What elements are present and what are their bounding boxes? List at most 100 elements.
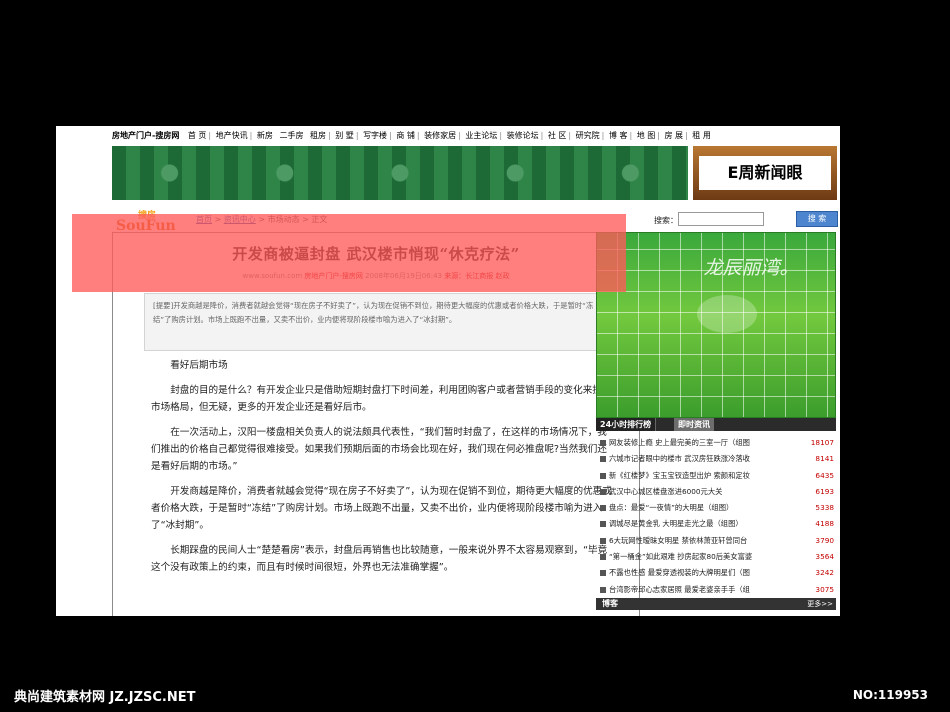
nav-owner-forum[interactable]: 业主论坛 (465, 131, 497, 140)
nav-office[interactable]: 写字楼 (363, 131, 387, 140)
nav-villa[interactable]: 别 墅 (335, 131, 354, 140)
article-subhead: 看好后期市场 (170, 360, 228, 371)
breadcrumb-separator: > (302, 215, 309, 224)
ranking-count: 8141 (815, 454, 834, 464)
ranking-item[interactable]: 不露也性感 最爱穿透视装的大牌明星们（图 3242 (598, 565, 836, 581)
nav-rent[interactable]: 租房 (310, 131, 326, 140)
breadcrumb-home-link[interactable]: 首页 (196, 215, 212, 224)
blog-more-link[interactable]: 更多>> (807, 598, 833, 610)
bullet-icon (600, 505, 606, 512)
nav-decoration[interactable]: 装修家居 (424, 131, 456, 140)
bullet-icon (600, 570, 606, 577)
top-navigation: 房地产门户-搜房网 首 页 | 地产快讯 | 新房 二手房 租房 | 别 墅 | 写字楼… (112, 131, 711, 140)
ranking-count: 5338 (815, 503, 834, 513)
nav-news[interactable]: 地产快讯 (216, 131, 248, 140)
longchen-ad-banner[interactable]: 龙辰丽湾。 (596, 232, 836, 418)
bullet-icon (600, 472, 606, 479)
article-paragraph-1: 封盘的目的是什么？有开发企业只是借助短期封盘打下时间差，利用团购客户或者营销手段… (151, 385, 612, 413)
ranking-title[interactable]: 盘点：最爱“一夜情”的大明星（组图） (609, 500, 787, 516)
search-label: 搜索： (654, 216, 678, 225)
ranking-item[interactable]: 6大玩网性暧昧女明星 禁依林萧亚轩曾同台 3790 (598, 533, 836, 549)
search-input[interactable] (678, 212, 764, 226)
ranking-item[interactable]: 武汉中心城区楼盘涨进6000元大关 6193 (598, 484, 836, 500)
breadcrumb-news-link[interactable]: 资讯中心 (224, 215, 256, 224)
ranking-title[interactable]: 六城市记者眼中的楼市 武汉房狂跌涨冷落收 (609, 451, 787, 467)
ranking-tabs: 24小时排行榜 即时资讯 (596, 418, 836, 431)
article-paragraph-3: 开发商越是降价，消费者就越会觉得“现在房子不好卖了”，认为现在促销不到位，期待更… (151, 486, 612, 531)
ranking-item[interactable]: 六城市记者眼中的楼市 武汉房狂跌涨冷落收 8141 (598, 451, 836, 467)
breadcrumb-current: 正文 (311, 215, 328, 224)
bullet-icon (600, 537, 606, 544)
ranking-title[interactable]: 调城尽是黄金乳 大明星走光之最（组图） (609, 516, 787, 532)
weekly-news-badge-text: E周新闻眼 (699, 156, 831, 190)
nav-map[interactable]: 地 图 (637, 131, 656, 140)
nav-rent-use[interactable]: 租 用 (692, 131, 711, 140)
bullet-icon (600, 521, 606, 528)
ranking-count: 3564 (815, 552, 834, 562)
ranking-title[interactable]: 不露也性感 最爱穿透视装的大牌明星们（图 (609, 565, 787, 581)
search-button[interactable]: 搜 索 (796, 211, 838, 227)
ad-logo-text: 龙辰丽湾。 (703, 257, 799, 279)
article-body: 看好后期市场 封盘的目的是什么？有开发企业只是借助短期封盘打下时间差，利用团购客… (151, 357, 613, 584)
weekly-news-badge[interactable]: E周新闻眼 (693, 146, 837, 200)
meta-source: 来源：长江商报 (444, 272, 494, 280)
ranking-title[interactable]: 6大玩网性暧昧女明星 禁依林萧亚轩曾同台 (609, 533, 787, 549)
header-banner[interactable] (112, 146, 688, 200)
ranking-item[interactable]: 盘点：最爱“一夜情”的大明星（组图） 5338 (598, 500, 836, 516)
ranking-title[interactable]: “第一桶金”如此艰难 抄房起家80后美女富婆 (609, 549, 787, 565)
ranking-item[interactable]: 调城尽是黄金乳 大明星走光之最（组图） 4188 (598, 516, 836, 532)
nav-new-homes[interactable]: 新房 (257, 131, 273, 140)
bullet-icon (600, 488, 606, 495)
nav-blog[interactable]: 博 客 (609, 131, 628, 140)
article-paragraph-2: 在一次活动上，汉阳一楼盘相关负责人的说法颇具代表性，“我们暂时封盘了，在这样的市… (151, 427, 607, 472)
bullet-icon (600, 586, 606, 593)
nav-expo[interactable]: 房 展 (665, 131, 684, 140)
ranking-count: 3075 (815, 584, 834, 594)
meta-date: 2008年06月19日06:43 (365, 272, 442, 280)
ranking-item[interactable]: 网友装修上瘾 史上最完美的三室一厅（组图 18107 (598, 435, 836, 451)
ranking-count: 4188 (815, 519, 834, 529)
ranking-count: 3790 (815, 535, 834, 545)
article-paragraph-4: 长期踩盘的民间人士“楚楚看房”表示，封盘后再销售也比较随意，一般来说外界不太容易… (151, 545, 608, 573)
watermark-number: NO:119953 (852, 688, 928, 702)
sidebar: 龙辰丽湾。 24小时排行榜 即时资讯 网友装修上瘾 史上最完美的三室一厅（组图 1… (596, 232, 838, 616)
breadcrumb-market-link[interactable]: 市场动态 (268, 215, 300, 224)
nav-second-hand[interactable]: 二手房 (279, 131, 303, 140)
nav-community[interactable]: 社 区 (548, 131, 567, 140)
ranking-list: 网友装修上瘾 史上最完美的三室一厅（组图 18107 六城市记者眼中的楼市 武汉房… (598, 435, 836, 598)
article-summary: [提要]开发商越是降价，消费者就越会觉得“现在房子不好卖了”，认为现在促销不到位… (144, 293, 612, 351)
ranking-count: 3242 (815, 568, 834, 578)
ranking-count: 6193 (815, 486, 834, 496)
article-panel: 开发商被逼封盘 武汉楼市悄现“休克疗法” www.soufun.com 房地产门… (112, 232, 640, 616)
bullet-icon (600, 554, 606, 561)
ranking-title[interactable]: 台湾影帝邱心志家居照 最爱老婆亲手手（组 (609, 582, 787, 598)
site-brand-link[interactable]: 房地产门户-搜房网 (112, 131, 179, 140)
breadcrumb: 首页 > 资讯中心 > 市场动态 > 正文 (196, 214, 327, 225)
ranking-count: 6435 (815, 470, 834, 480)
watermark-site: 典尚建筑素材网 JZ.JZSC.NET (14, 690, 196, 705)
ranking-count: 18107 (810, 438, 834, 447)
ranking-item[interactable]: “第一桶金”如此艰难 抄房起家80后美女富婆 3564 (598, 549, 836, 565)
meta-site[interactable]: www.soufun.com (243, 272, 303, 280)
bullet-icon (600, 456, 606, 463)
breadcrumb-separator: > (258, 215, 266, 224)
web-page: 房地产门户-搜房网 首 页 | 地产快讯 | 新房 二手房 租房 | 别 墅 | 写字楼… (56, 126, 840, 616)
nav-research[interactable]: 研究院 (576, 131, 600, 140)
meta-author: 赵政 (495, 272, 510, 280)
nav-home[interactable]: 首 页 (188, 131, 207, 140)
ranking-title[interactable]: 武汉中心城区楼盘涨进6000元大关 (609, 484, 787, 500)
blog-label: 博客 (602, 599, 618, 608)
article-meta: www.soufun.com 房地产门户-搜房网 2008年06月19日06:4… (113, 271, 639, 281)
blog-section-header: 博客 更多>> (596, 598, 836, 610)
ad-decoration (697, 295, 757, 333)
ranking-item[interactable]: 新《红楼梦》宝玉宝钗造型出炉 索颜和定妆 6435 (598, 468, 836, 484)
meta-portal[interactable]: 房地产门户-搜房网 (304, 272, 363, 280)
nav-shops[interactable]: 商 铺 (396, 131, 415, 140)
ranking-title[interactable]: 网友装修上瘾 史上最完美的三室一厅（组图 (609, 435, 787, 451)
tab-24h-ranking[interactable]: 24小时排行榜 (596, 418, 657, 431)
ranking-title[interactable]: 新《红楼梦》宝玉宝钗造型出炉 索颜和定妆 (609, 468, 787, 484)
tab-instant-news[interactable]: 即时资讯 (674, 418, 714, 431)
bullet-icon (600, 440, 606, 446)
ranking-item[interactable]: 台湾影帝邱心志家居照 最爱老婆亲手手（组 3075 (598, 582, 836, 598)
nav-decoration-forum[interactable]: 装修论坛 (507, 131, 539, 140)
